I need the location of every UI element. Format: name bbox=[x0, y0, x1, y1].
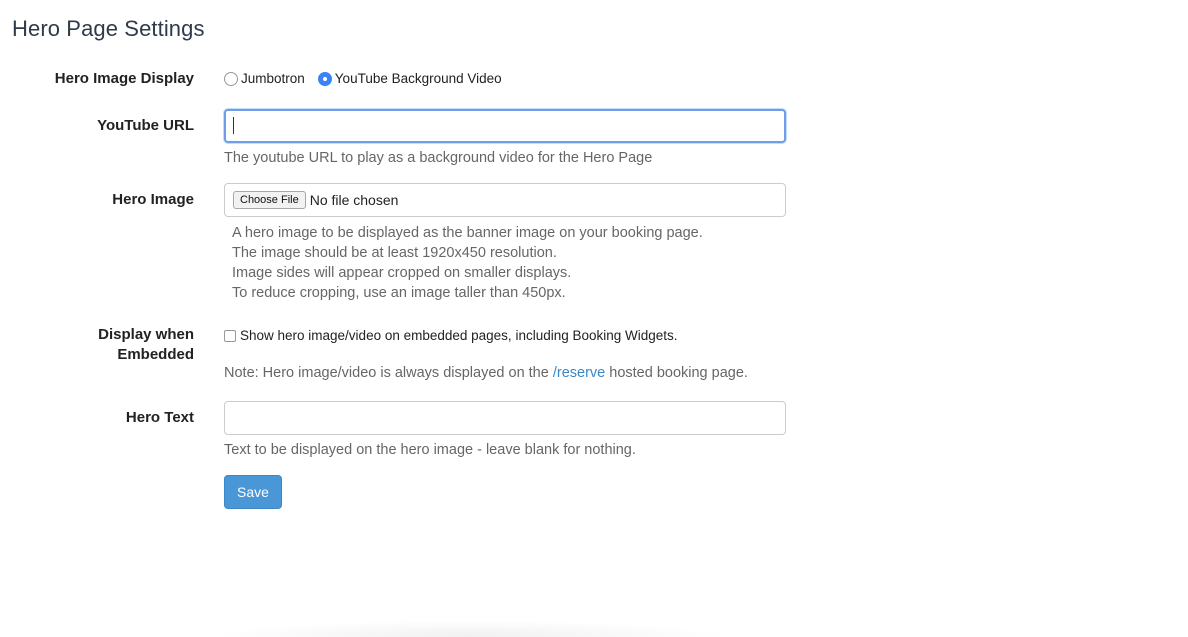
show-on-embedded-checkbox-label[interactable]: Show hero image/video on embedded pages,… bbox=[240, 328, 678, 343]
hero-image-display-label: Hero Image Display bbox=[54, 70, 194, 87]
jumbotron-radio[interactable] bbox=[224, 71, 238, 86]
hero-text-label: Hero Text bbox=[125, 409, 194, 426]
youtube-url-label: YouTube URL bbox=[97, 117, 194, 134]
hero-image-help-line-4: To reduce cropping, use an image taller … bbox=[232, 285, 566, 301]
bottom-shadow bbox=[210, 620, 730, 637]
choose-file-button[interactable]: Choose File bbox=[233, 191, 306, 209]
hero-text-input[interactable] bbox=[224, 401, 786, 435]
youtube-url-help: The youtube URL to play as a background … bbox=[224, 150, 653, 166]
youtube-url-input[interactable] bbox=[224, 109, 786, 143]
embedded-checkbox-row: Show hero image/video on embedded pages,… bbox=[224, 328, 678, 343]
embedded-note-prefix: Note: Hero image/video is always display… bbox=[224, 365, 553, 381]
save-button[interactable]: Save bbox=[224, 475, 282, 509]
display-when-embedded-label-line-1: Display when bbox=[98, 326, 194, 343]
hero-image-help-line-3: Image sides will appear cropped on small… bbox=[232, 265, 572, 281]
hero-image-display-radio-group: Jumbotron YouTube Background Video bbox=[224, 71, 515, 86]
embedded-note-suffix: hosted booking page. bbox=[605, 365, 748, 381]
hero-text-help: Text to be displayed on the hero image -… bbox=[224, 442, 636, 458]
hero-image-help-line-2: The image should be at least 1920x450 re… bbox=[232, 245, 557, 261]
settings-page: Hero Page Settings Hero Image Display Ju… bbox=[0, 0, 1188, 637]
file-status-text: No file chosen bbox=[309, 192, 399, 208]
hero-image-label: Hero Image bbox=[112, 191, 194, 208]
hero-image-file-input[interactable]: Choose File No file chosen bbox=[224, 183, 786, 217]
youtube-background-video-radio-label[interactable]: YouTube Background Video bbox=[335, 71, 502, 86]
text-cursor bbox=[233, 117, 234, 134]
page-title: Hero Page Settings bbox=[12, 16, 205, 41]
reserve-link[interactable]: /reserve bbox=[553, 365, 605, 381]
jumbotron-radio-label[interactable]: Jumbotron bbox=[241, 71, 305, 86]
display-when-embedded-label-line-2: Embedded bbox=[117, 346, 194, 363]
show-on-embedded-checkbox[interactable] bbox=[224, 329, 236, 342]
hero-image-help-line-1: A hero image to be displayed as the bann… bbox=[232, 225, 703, 241]
youtube-background-video-radio[interactable] bbox=[317, 71, 332, 86]
embedded-note: Note: Hero image/video is always display… bbox=[224, 363, 748, 383]
